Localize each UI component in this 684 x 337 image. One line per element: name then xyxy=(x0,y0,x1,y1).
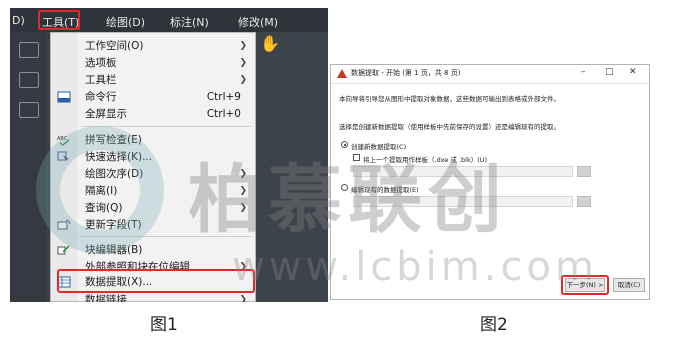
menu-item-command-line[interactable]: 命令行 Ctrl+9 xyxy=(51,88,255,106)
menu-item-label: 拼写检查(E) xyxy=(85,134,142,146)
menu-item-shortcut: Ctrl+0 xyxy=(206,108,241,120)
menu-item-label: 工作空间(O) xyxy=(85,40,144,52)
dialog-title: 数据提取 - 开始 (第 1 页，共 8 页) xyxy=(351,69,461,77)
menu-item-clean-screen[interactable]: 全屏显示 Ctrl+0 xyxy=(51,105,255,123)
menu-item-label: 数据链接 xyxy=(85,294,127,302)
data-extraction-highlight-box xyxy=(57,269,255,293)
submenu-arrow-icon: ❯ xyxy=(239,41,247,51)
autocad-logo-icon xyxy=(337,69,347,78)
drawing-area xyxy=(256,32,328,302)
menu-item-block-editor[interactable]: 块编辑器(B) xyxy=(51,241,255,259)
menu-item-update-fields[interactable]: 更新字段(T) xyxy=(51,216,255,234)
toolbar-strip-left xyxy=(10,32,46,302)
menu-item-data-links[interactable]: 数据链接 ❯ xyxy=(51,291,255,302)
radio-create-new[interactable] xyxy=(341,141,348,148)
submenu-arrow-icon: ❯ xyxy=(239,75,247,85)
menu-item-workspaces[interactable]: 工作空间(O) ❯ xyxy=(51,37,255,55)
template-path-field[interactable] xyxy=(353,166,573,177)
tools-menu-highlight-box xyxy=(38,10,80,30)
toolbar-tool-icon[interactable] xyxy=(19,42,39,58)
menu-item-label: 查询(Q) xyxy=(85,202,123,214)
submenu-arrow-icon: ❯ xyxy=(239,203,247,213)
checkbox-use-template-label: 将上一个提取用作样板（.dxe 或 .blk）(U) xyxy=(363,156,488,164)
command-line-icon xyxy=(57,91,71,103)
radio-create-new-label: 创建新数据提取(C) xyxy=(351,143,407,151)
submenu-arrow-icon: ❯ xyxy=(239,169,247,179)
menu-bar-item-draw[interactable]: 绘图(D) xyxy=(106,14,145,30)
menu-item-toolbars[interactable]: 工具栏 ❯ xyxy=(51,71,255,89)
update-fields-icon xyxy=(57,219,71,230)
cancel-button[interactable]: 取消(C) xyxy=(613,278,645,292)
existing-extraction-path-field[interactable] xyxy=(353,196,573,207)
next-button-highlight-box xyxy=(561,275,609,295)
menu-item-label: 工具栏 xyxy=(85,74,117,86)
menu-item-label: 更新字段(T) xyxy=(85,219,142,231)
radio-edit-existing[interactable] xyxy=(341,184,348,191)
menu-item-label: 全屏显示 xyxy=(85,108,127,120)
menu-bar: D) 工具(T) 绘图(D) 标注(N) 修改(M) xyxy=(10,8,328,32)
checkbox-use-template[interactable] xyxy=(353,154,360,161)
template-browse-button[interactable] xyxy=(577,166,591,177)
menu-item-isolate[interactable]: 隔离(I) ❯ xyxy=(51,182,255,200)
menu-item-palettes[interactable]: 选项板 ❯ xyxy=(51,54,255,72)
maximize-button[interactable]: □ xyxy=(605,67,614,77)
figure-1-caption: 图1 xyxy=(150,315,178,335)
block-editor-icon xyxy=(57,245,70,255)
menu-item-label: 命令行 xyxy=(85,91,117,103)
close-button[interactable]: ✕ xyxy=(629,67,637,77)
figure-2-caption: 图2 xyxy=(480,315,508,335)
figure-2-data-extraction-dialog: 数据提取 - 开始 (第 1 页，共 8 页) – □ ✕ 本向导将引导您从图形… xyxy=(330,64,650,300)
pan-hand-icon[interactable]: ✋ xyxy=(260,34,280,54)
menu-item-label: 绘图次序(D) xyxy=(85,168,144,180)
dialog-question-text: 选择是创建新数据提取（使用样板中先前保存的设置）还是编辑现有的提取。 xyxy=(339,123,560,131)
figure-1-autocad-menu: D) 工具(T) 绘图(D) 标注(N) 修改(M) ✋ 工作空间(O) ❯ 选… xyxy=(10,8,328,302)
menu-item-shortcut: Ctrl+9 xyxy=(206,91,241,103)
menu-item-label: 选项板 xyxy=(85,57,117,69)
menu-separator xyxy=(81,236,251,237)
submenu-arrow-icon: ❯ xyxy=(239,295,247,302)
menu-item-spell-check[interactable]: ABC 拼写检查(E) xyxy=(51,131,255,149)
menu-item-label: 快速选择(K)... xyxy=(85,151,153,163)
toolbar-tool-icon[interactable] xyxy=(19,102,39,118)
menu-bar-item-dimension[interactable]: 标注(N) xyxy=(170,14,209,30)
existing-browse-button[interactable] xyxy=(577,196,591,207)
dialog-title-bar: 数据提取 - 开始 (第 1 页，共 8 页) – □ ✕ xyxy=(331,65,649,84)
svg-text:ABC: ABC xyxy=(57,136,68,142)
menu-item-label: 隔离(I) xyxy=(85,185,118,197)
spell-check-icon: ABC xyxy=(57,136,70,146)
minimize-button[interactable]: – xyxy=(581,67,586,77)
menu-bar-item-modify[interactable]: 修改(M) xyxy=(238,14,278,30)
dialog-intro-text: 本向导将引导您从图形中提取对象数据，这些数据可输出到表格或外部文件。 xyxy=(339,95,560,103)
menu-item-quick-select[interactable]: 快速选择(K)... xyxy=(51,148,255,166)
radio-edit-existing-label: 编辑现有的数据提取(E) xyxy=(351,186,419,194)
menu-separator xyxy=(81,126,251,127)
menu-item-label: 块编辑器(B) xyxy=(85,244,143,256)
submenu-arrow-icon: ❯ xyxy=(239,58,247,68)
quick-select-icon xyxy=(57,151,69,163)
menu-item-draw-order[interactable]: 绘图次序(D) ❯ xyxy=(51,165,255,183)
toolbar-tool-icon[interactable] xyxy=(19,72,39,88)
tools-dropdown-menu: 工作空间(O) ❯ 选项板 ❯ 工具栏 ❯ 命令行 Ctrl+9 全屏显示 Ct… xyxy=(50,32,256,302)
submenu-arrow-icon: ❯ xyxy=(239,186,247,196)
menu-bar-item-draw-partial[interactable]: D) xyxy=(12,14,25,27)
menu-item-inquiry[interactable]: 查询(Q) ❯ xyxy=(51,199,255,217)
